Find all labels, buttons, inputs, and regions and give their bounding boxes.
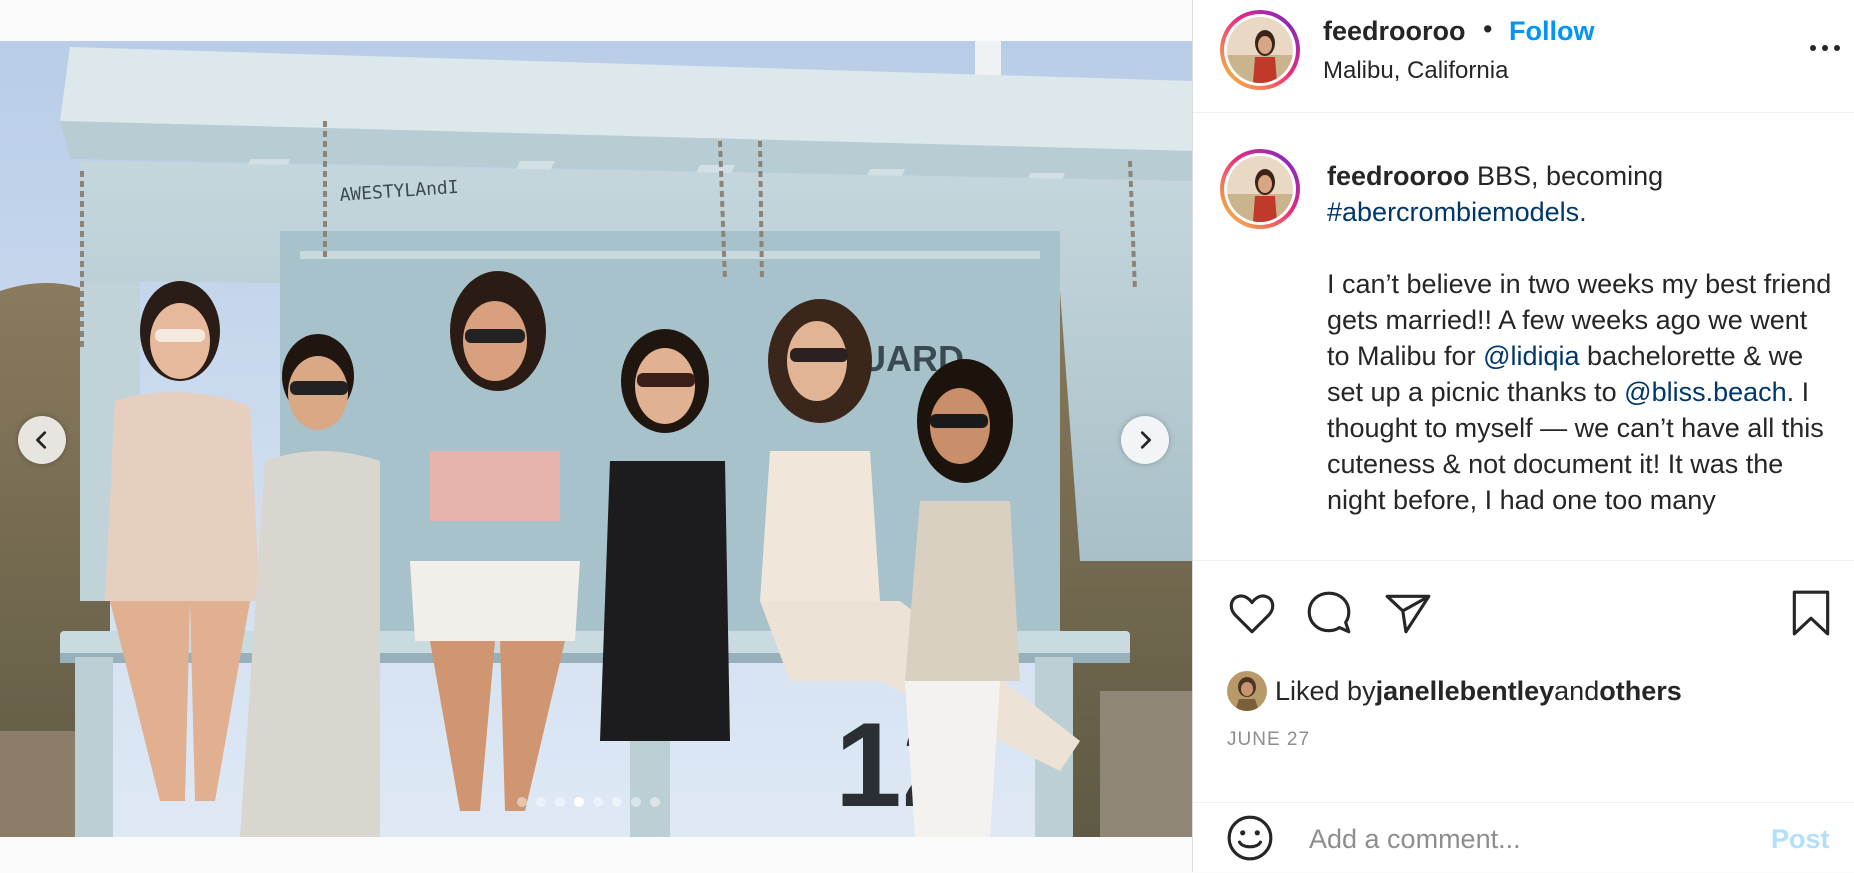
comment-bar: Post xyxy=(1193,802,1854,873)
slide-dot xyxy=(517,797,527,807)
next-slide-button[interactable] xyxy=(1121,416,1169,464)
post-details-panel: feedrooroo • Follow Malibu, California f xyxy=(1192,0,1854,872)
divider xyxy=(1193,560,1854,561)
media-area: AWESTYLAndI UARD 12 xyxy=(0,0,1192,872)
slide-dot-active xyxy=(574,797,584,807)
slide-dot xyxy=(555,797,565,807)
heart-icon xyxy=(1229,594,1275,634)
comment-button[interactable] xyxy=(1304,588,1354,638)
profile-photo xyxy=(1227,156,1293,222)
liked-by-row: Liked by janellebentley and others xyxy=(1227,670,1682,712)
caption-avatar[interactable] xyxy=(1220,149,1300,229)
more-options-button[interactable] xyxy=(1807,36,1843,60)
post-comment-button[interactable]: Post xyxy=(1771,824,1830,855)
paper-plane-icon xyxy=(1385,594,1431,634)
previous-slide-button[interactable] xyxy=(18,416,66,464)
others-link[interactable]: others xyxy=(1599,676,1682,707)
follow-button[interactable]: Follow xyxy=(1509,16,1594,47)
slide-dot xyxy=(593,797,603,807)
caption-area: feedrooroo BBS, becoming #abercrombiemod… xyxy=(1193,113,1854,560)
chevron-right-icon xyxy=(1140,431,1151,449)
header-separator: • xyxy=(1483,14,1493,44)
bookmark-icon xyxy=(1792,590,1830,636)
liker-username[interactable]: janellebentley xyxy=(1376,676,1555,707)
slide-dot xyxy=(612,797,622,807)
like-button[interactable] xyxy=(1227,588,1277,638)
slide-dot xyxy=(650,797,660,807)
liker-avatar[interactable] xyxy=(1227,671,1267,711)
comment-input[interactable] xyxy=(1307,817,1741,861)
slide-indicator xyxy=(517,797,660,807)
liked-by-middle: and xyxy=(1554,675,1600,706)
photo-illustration: AWESTYLAndI UARD 12 xyxy=(0,41,1192,837)
more-options-icon xyxy=(1810,45,1840,51)
comment-bubble-icon xyxy=(1307,591,1351,634)
caption-first-line: feedrooroo BBS, becoming #abercrombiemod… xyxy=(1327,158,1837,230)
caption-username[interactable]: feedrooroo xyxy=(1327,161,1470,191)
post-location[interactable]: Malibu, California xyxy=(1323,57,1508,85)
save-button[interactable] xyxy=(1786,588,1836,638)
slide-dot xyxy=(536,797,546,807)
post-header: feedrooroo • Follow Malibu, California xyxy=(1193,0,1854,113)
post-date[interactable]: JUNE 27 xyxy=(1227,729,1310,751)
mention-link[interactable]: @lidiqia xyxy=(1483,341,1579,371)
post-author-username[interactable]: feedrooroo xyxy=(1323,16,1466,47)
slide-dot xyxy=(631,797,641,807)
caption-body: I can’t believe in two weeks my best fri… xyxy=(1327,266,1837,518)
share-button[interactable] xyxy=(1383,588,1433,638)
profile-photo xyxy=(1227,17,1293,83)
caption-text: feedrooroo BBS, becoming #abercrombiemod… xyxy=(1327,158,1837,518)
emoji-button[interactable] xyxy=(1225,813,1275,863)
liked-by-prefix: Liked by xyxy=(1275,675,1376,706)
mention-link[interactable]: @bliss.beach xyxy=(1624,377,1787,407)
chevron-left-icon xyxy=(36,431,47,449)
smiley-face-icon xyxy=(1227,815,1273,861)
post-photo[interactable]: AWESTYLAndI UARD 12 xyxy=(0,41,1192,837)
caption-intro: BBS, becoming xyxy=(1469,161,1664,191)
hashtag-link[interactable]: #abercrombiemodels. xyxy=(1327,197,1587,227)
avatar[interactable] xyxy=(1220,10,1300,90)
